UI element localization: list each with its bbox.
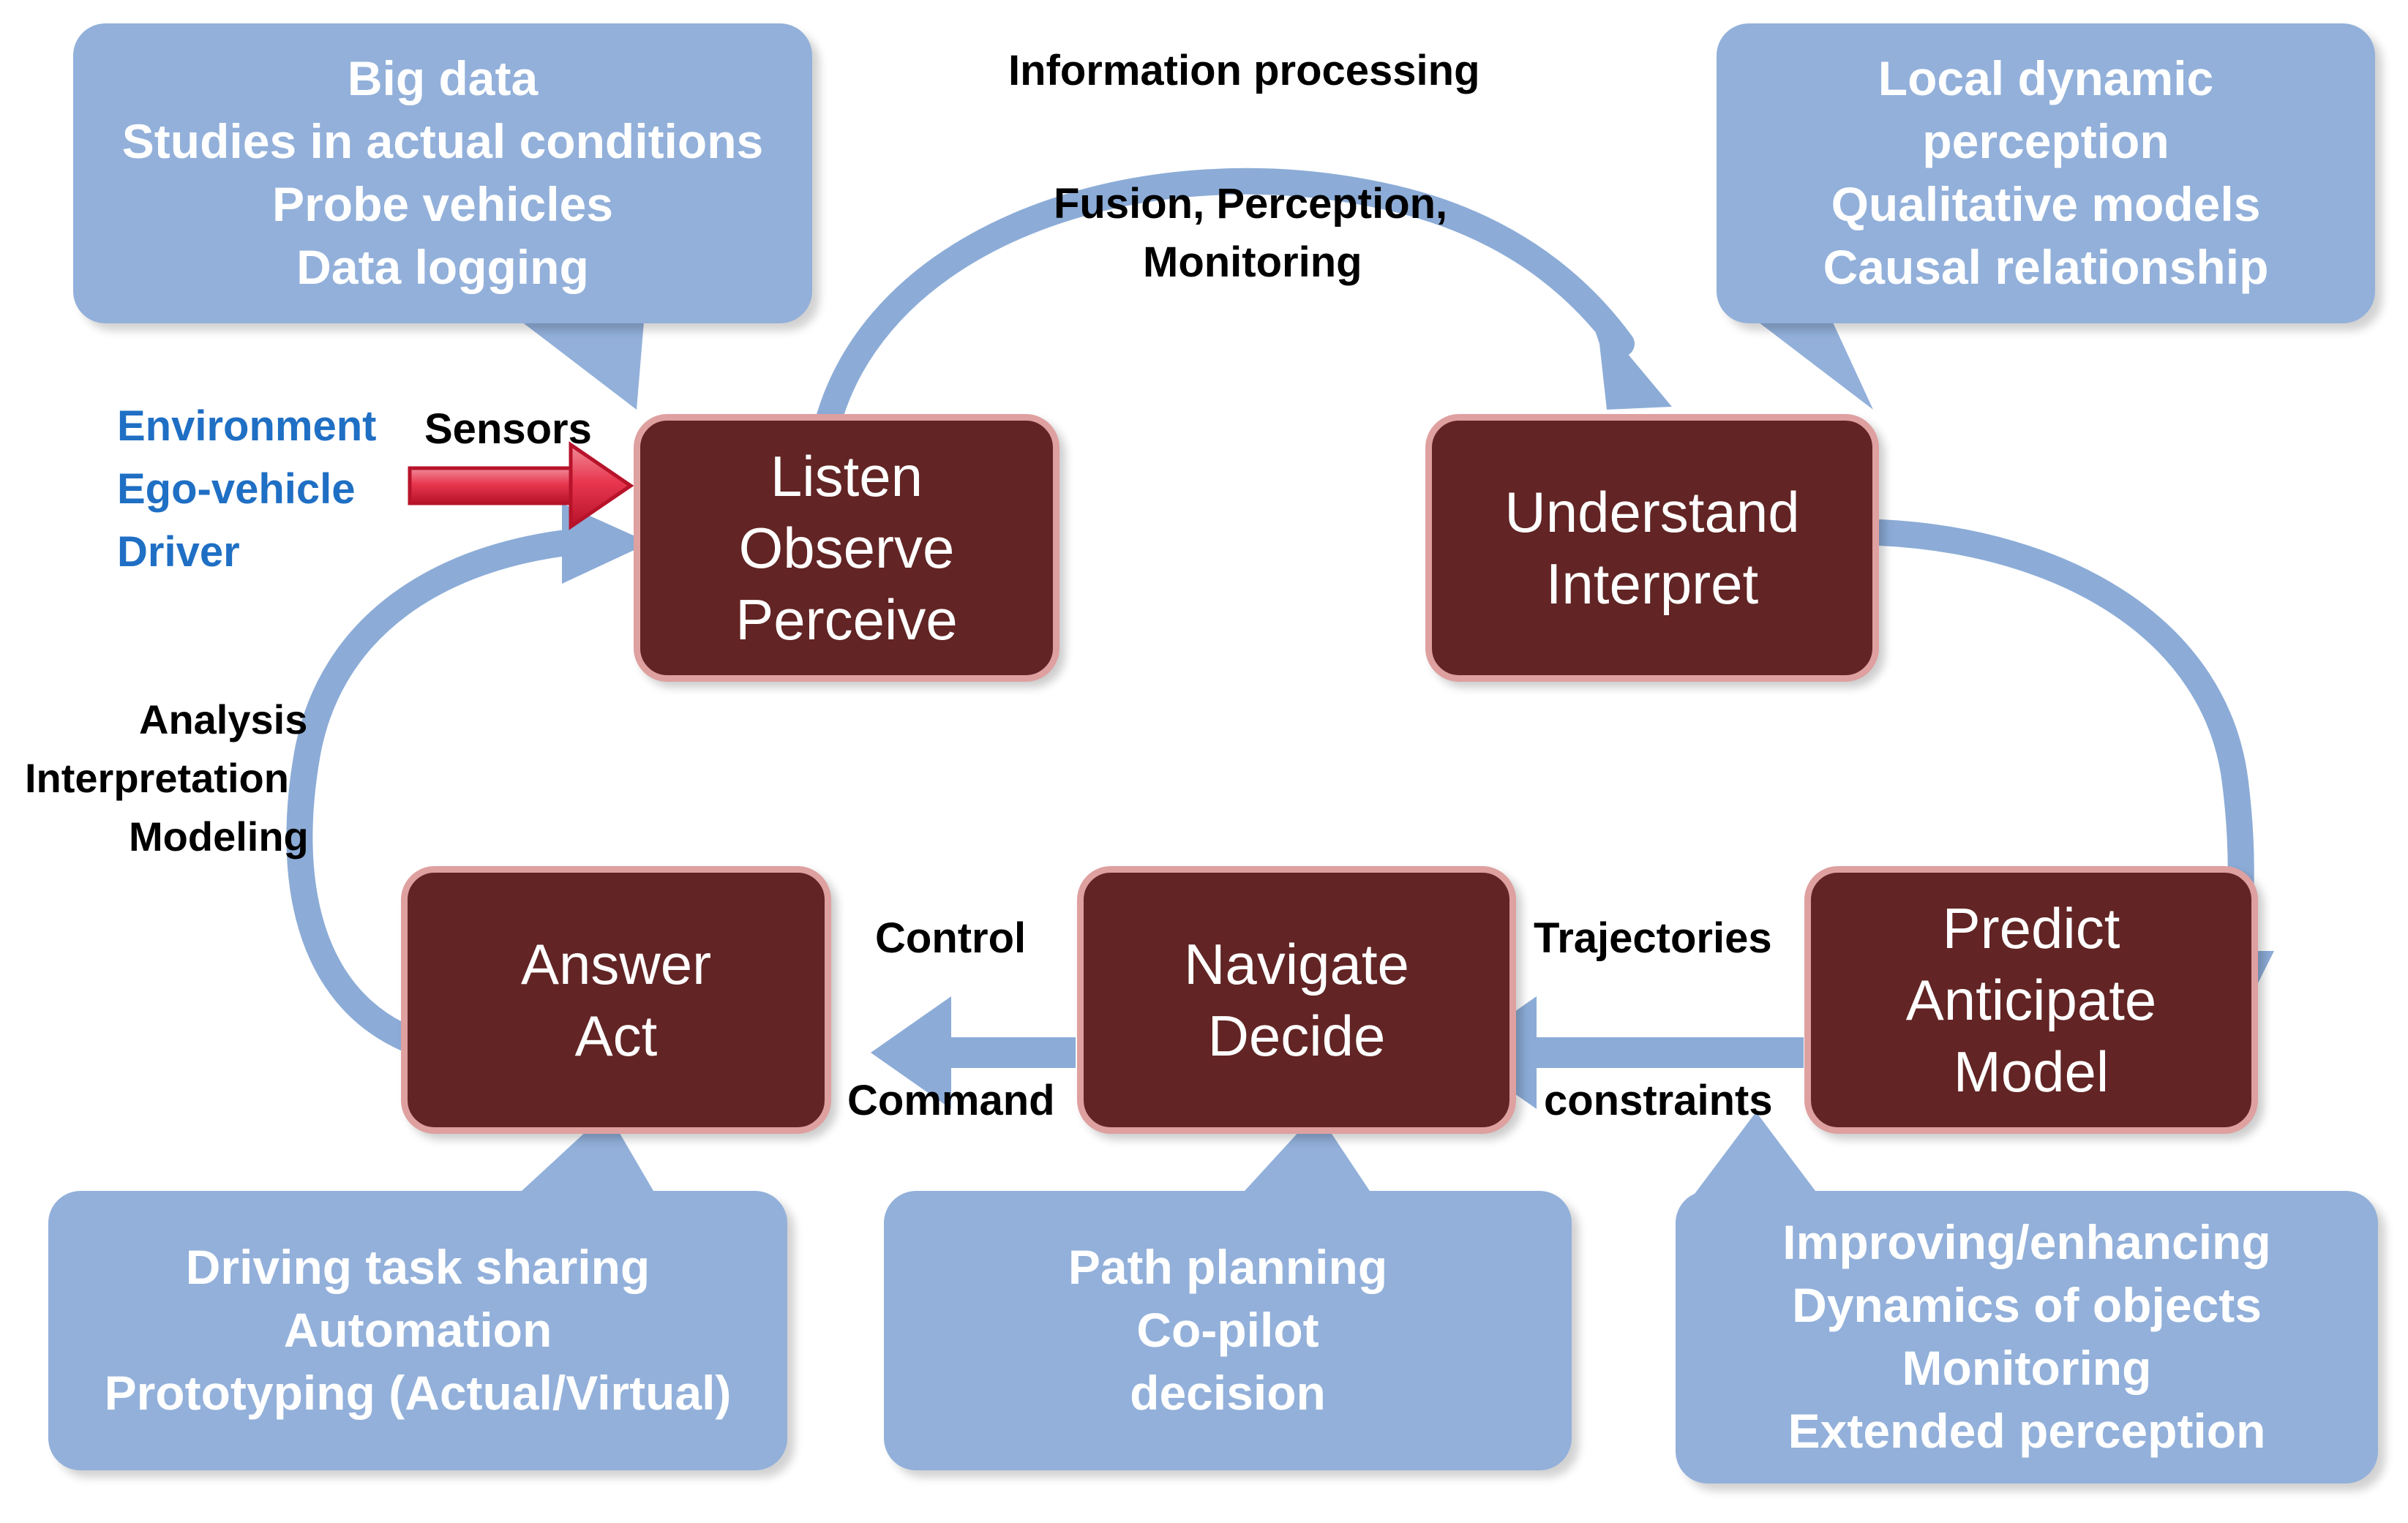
listen-observe-perceive-box[interactable]: Listen Observe Perceive <box>634 414 1059 682</box>
diagram-canvas: Big data Studies in actual conditions Pr… <box>0 0 2408 1523</box>
label-constraints: constraints <box>1544 1077 1773 1124</box>
label-analysis: Analysis <box>139 696 308 742</box>
input-environment-label: Environment <box>117 402 377 450</box>
callout-tail-top-right <box>1756 315 1873 410</box>
callout-line: Improving/enhancing <box>1782 1215 2271 1270</box>
process-line: Anticipate <box>1905 967 2157 1032</box>
callout-line: Automation <box>283 1303 552 1358</box>
callout-line: Path planning <box>1068 1240 1388 1295</box>
process-line: Observe <box>738 515 955 580</box>
label-command: Command <box>847 1077 1055 1124</box>
label-trajectories: Trajectories <box>1534 914 1772 962</box>
process-line: Understand <box>1504 479 1800 544</box>
label-sensors: Sensors <box>424 405 592 453</box>
process-line: Model <box>1953 1039 2109 1105</box>
navigate-decide-box[interactable]: Navigate Decide <box>1077 866 1516 1134</box>
callout-tail-top-left <box>512 315 644 410</box>
label-interpretation: Interpretation <box>25 755 289 801</box>
understand-interpret-box[interactable]: Understand Interpret <box>1425 414 1879 682</box>
callout-line: Studies in actual conditions <box>121 114 764 169</box>
label-monitoring: Monitoring <box>1143 238 1362 286</box>
process-line: Interpret <box>1545 552 1759 616</box>
callout-line: Prototyping (Actual/Virtual) <box>104 1365 732 1420</box>
callout-line: Extended perception <box>1788 1403 2266 1458</box>
callout-line: Dynamics of objects <box>1792 1278 2262 1333</box>
label-modeling: Modeling <box>129 813 309 860</box>
understanding-callout: Local dynamic perception Qualitative mod… <box>1717 23 2375 323</box>
process-line: Answer <box>520 931 712 996</box>
input-ego-vehicle-label: Ego-vehicle <box>117 465 356 513</box>
input-driver-label: Driver <box>117 528 240 576</box>
callout-line: Qualitative models <box>1831 177 2261 231</box>
process-line: Predict <box>1942 895 2120 960</box>
predict-anticipate-model-box[interactable]: Predict Anticipate Model <box>1804 866 2258 1134</box>
callout-line: Big data <box>347 51 539 106</box>
process-line: Perceive <box>735 587 958 653</box>
process-line: Act <box>574 1004 658 1068</box>
label-information-processing: Information processing <box>1008 47 1480 94</box>
process-line: Navigate <box>1184 931 1409 996</box>
callout-line: Causal relationship <box>1823 239 2269 294</box>
callout-line: Local dynamic <box>1878 51 2214 106</box>
data-acquisition-callout: Big data Studies in actual conditions Pr… <box>73 23 812 323</box>
callout-line: Data logging <box>296 239 589 294</box>
callout-line: Monitoring <box>1902 1341 2152 1395</box>
sensors-red-arrow <box>408 441 634 530</box>
callout-line: Co-pilot <box>1136 1303 1319 1358</box>
callout-line: perception <box>1922 114 2169 169</box>
callout-line: Driving task sharing <box>185 1240 650 1295</box>
answer-act-box[interactable]: Answer Act <box>401 866 831 1134</box>
action-callout: Driving task sharing Automation Prototyp… <box>48 1191 787 1470</box>
process-line: Decide <box>1207 1004 1386 1068</box>
callout-line: Probe vehicles <box>272 177 613 231</box>
label-control: Control <box>875 914 1027 962</box>
process-line: Listen <box>770 443 923 508</box>
callout-line: decision <box>1130 1365 1326 1420</box>
decision-callout: Path planning Co-pilot decision <box>884 1191 1572 1470</box>
label-fusion-perception: Fusion, Perception, <box>1054 180 1448 227</box>
prediction-callout: Improving/enhancing Dynamics of objects … <box>1676 1191 2378 1483</box>
